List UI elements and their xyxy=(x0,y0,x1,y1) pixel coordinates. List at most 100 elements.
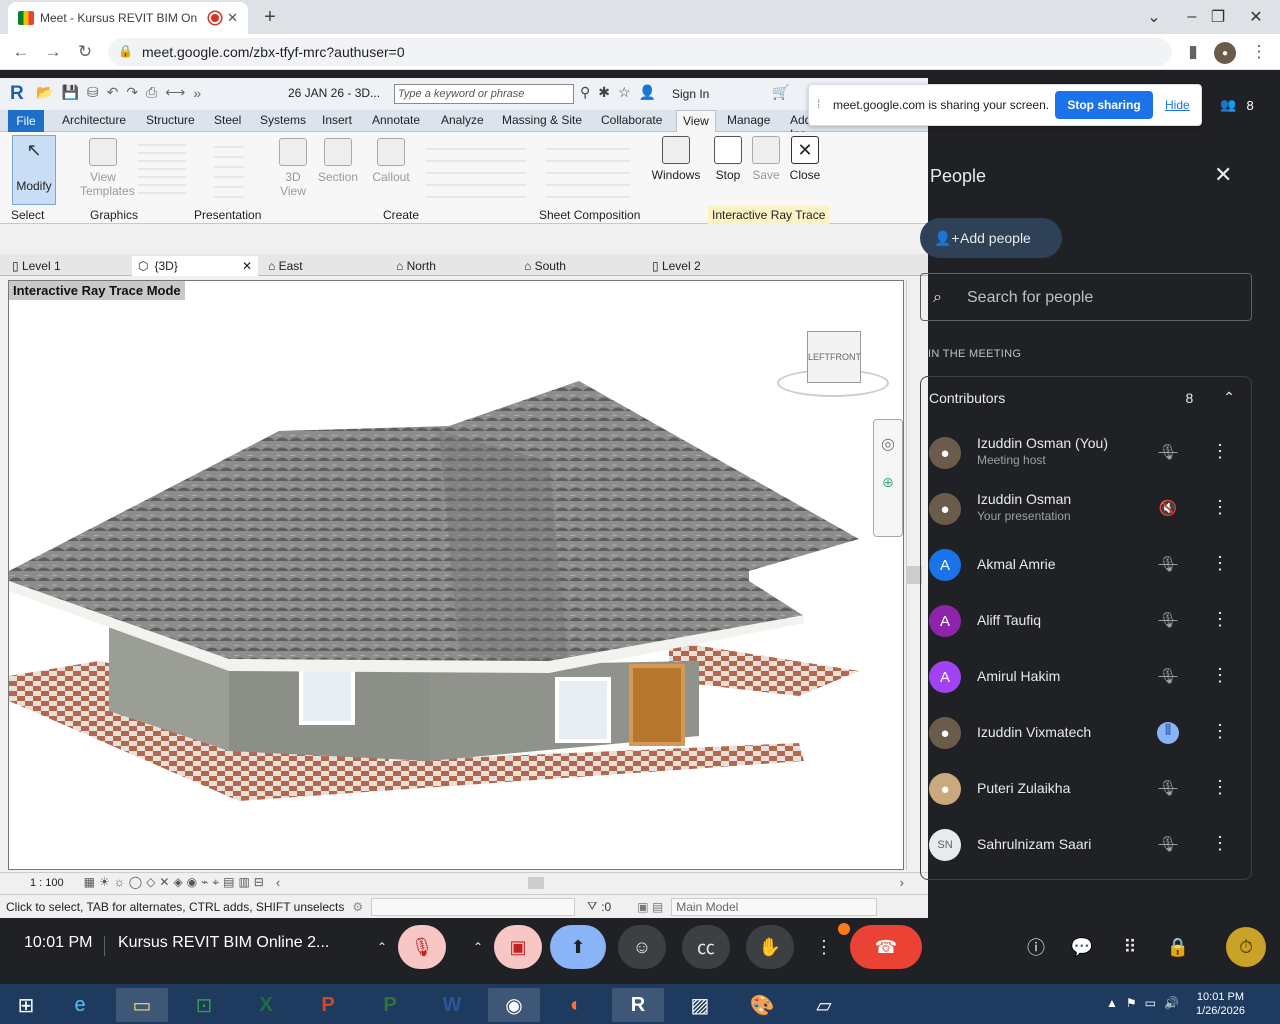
search-people-input[interactable]: ⌕ Search for people xyxy=(920,273,1252,321)
navigation-bar[interactable]: ◎ ⊕ xyxy=(873,419,903,537)
menu-dots-icon[interactable]: ⋮ xyxy=(1246,40,1272,64)
paint-icon[interactable]: 🎨 xyxy=(736,988,788,1022)
start-button[interactable]: ⊞ xyxy=(0,988,52,1022)
sync-icon[interactable]: ⛁ xyxy=(87,84,99,101)
view-tab-north[interactable]: ⌂ North xyxy=(396,259,436,273)
window-close-button[interactable]: ✕ xyxy=(1236,4,1276,30)
view-tab-level2[interactable]: ▯ Level 2 xyxy=(652,259,701,273)
ribbon-tab-architecture[interactable]: Architecture xyxy=(62,113,126,127)
keyword-search-input[interactable]: Type a keyword or phrase xyxy=(394,84,574,104)
design-options-icon[interactable]: ▣ ▤ xyxy=(637,900,663,914)
view-tab-east[interactable]: ⌂ East xyxy=(268,259,303,273)
participant-more-icon[interactable]: ⋮ xyxy=(1211,497,1229,518)
activities-icon[interactable]: ⠿ xyxy=(1106,925,1154,969)
camera-off-button[interactable]: ▣ xyxy=(494,925,542,969)
view-tab-close-icon[interactable]: ✕ xyxy=(242,259,252,273)
excel-project-icon[interactable]: ⊡ xyxy=(178,988,230,1022)
captions-button[interactable]: ㏄ xyxy=(682,925,730,969)
participant-more-icon[interactable]: ⋮ xyxy=(1211,553,1229,574)
undo-icon[interactable]: ↶ xyxy=(107,84,119,101)
participant-more-icon[interactable]: ⋮ xyxy=(1211,833,1229,854)
mic-off-button[interactable]: 🎙 xyxy=(398,925,446,969)
workset-dropdown[interactable] xyxy=(371,897,576,916)
notepad-icon[interactable]: ▱ xyxy=(798,988,850,1022)
video-options-icon[interactable]: ⌃ xyxy=(464,925,492,969)
chrome-icon[interactable]: ◉ xyxy=(488,988,540,1022)
close-render-button[interactable]: ✕ Close xyxy=(786,136,824,182)
steering-wheel-icon[interactable]: ◎ xyxy=(874,434,902,454)
participant-more-icon[interactable]: ⋮ xyxy=(1211,721,1229,742)
zoom-icon[interactable]: ⊕ xyxy=(874,474,902,491)
sign-in-link[interactable]: Sign In xyxy=(672,87,709,101)
cart-icon[interactable]: 🛒 xyxy=(772,84,789,101)
url-field[interactable]: meet.google.com/zbx-tfyf-mrc?authuser=0 xyxy=(108,38,1172,66)
ribbon-tab-analyze[interactable]: Analyze xyxy=(441,113,484,127)
modify-button[interactable]: ↖ Modify xyxy=(12,135,56,205)
horizontal-scrollbar[interactable] xyxy=(288,876,891,889)
participant-row[interactable]: SN Sahrulnizam Saari 🎙 ⋮ xyxy=(921,817,1253,873)
participant-row[interactable]: ● Izuddin Osman Your presentation 🔇 ⋮ xyxy=(921,481,1253,537)
project-icon[interactable]: P xyxy=(364,988,416,1022)
ribbon-tab-view[interactable]: View xyxy=(676,110,716,133)
ribbon-tab-systems[interactable]: Systems xyxy=(260,113,306,127)
maximize-button[interactable]: ❐ xyxy=(1198,4,1238,30)
mic-muted-icon[interactable]: 🎙 xyxy=(1157,443,1179,461)
main-model-dropdown[interactable]: Main Model xyxy=(671,897,878,916)
ribbon-tab-annotate[interactable]: Annotate xyxy=(372,113,420,127)
internet-explorer-icon[interactable]: e xyxy=(54,988,106,1022)
participant-count[interactable]: 👥 8 xyxy=(1210,90,1264,120)
emoji-button[interactable]: ☺ xyxy=(618,925,666,969)
meeting-info-icon[interactable]: ⓘ xyxy=(1012,925,1060,969)
tray-icons[interactable]: ▲⚑▭🔊 xyxy=(1106,996,1187,1010)
binoculars-icon[interactable]: ⚲ xyxy=(580,84,590,101)
mic-muted-icon[interactable]: 🎙 xyxy=(1157,667,1179,685)
participant-row[interactable]: A Aliff Taufiq 🎙 ⋮ xyxy=(921,593,1253,649)
3d-view-button[interactable]: 3D View xyxy=(276,138,310,198)
participant-more-icon[interactable]: ⋮ xyxy=(1211,777,1229,798)
view-tab-level1[interactable]: ▯ Level 1 xyxy=(12,259,61,273)
hscroll-thumb[interactable] xyxy=(528,876,545,889)
drag-handle-icon[interactable]: ⁞ xyxy=(817,97,820,111)
speaker-muted-icon[interactable]: 🔇 xyxy=(1157,499,1179,517)
browser-tab[interactable]: Meet - Kursus REVIT BIM On ✕ xyxy=(8,2,248,34)
windows-button[interactable]: Windows xyxy=(648,136,704,182)
participant-row[interactable]: ● Izuddin Vixmatech ⦀ ⋮ xyxy=(921,705,1253,761)
save-icon[interactable]: 💾 xyxy=(61,84,78,101)
participant-more-icon[interactable]: ⋮ xyxy=(1211,609,1229,630)
ribbon-tab-manage[interactable]: Manage xyxy=(727,113,770,127)
ribbon-tab-steel[interactable]: Steel xyxy=(214,113,241,127)
revit-taskbar-icon[interactable]: R xyxy=(612,988,664,1022)
subscription-icon[interactable]: ✱ xyxy=(598,84,610,101)
back-icon[interactable]: ← xyxy=(8,40,34,64)
viewcube[interactable]: LEFT FRONT xyxy=(777,331,891,399)
section-button[interactable]: Section xyxy=(316,138,360,184)
user-icon[interactable]: 👤 xyxy=(639,84,656,101)
ribbon-tab-file[interactable]: File xyxy=(8,110,44,132)
close-panel-icon[interactable]: ✕ xyxy=(1214,162,1232,188)
mic-muted-icon[interactable]: 🎙 xyxy=(1157,611,1179,629)
view-tab-3d[interactable]: ⬡ {3D} ✕ xyxy=(132,256,258,276)
more-icon[interactable]: » xyxy=(193,85,201,101)
photos-icon[interactable]: ▨ xyxy=(674,988,726,1022)
mic-muted-icon[interactable]: 🎙 xyxy=(1157,835,1179,853)
side-panel-icon[interactable]: ▮ xyxy=(1180,40,1206,64)
timer-icon[interactable]: ⏱ xyxy=(1226,927,1266,967)
tab-search-icon[interactable]: ⌄ xyxy=(1134,4,1174,30)
chat-icon[interactable]: 💬 xyxy=(1058,925,1106,969)
view-control-icons[interactable]: ▦☀☼◯◇✕◈◉⌁⌖▤▥⊟ xyxy=(84,875,268,890)
leave-call-button[interactable]: ☎ xyxy=(850,925,922,969)
view-templates-button[interactable]: View Templates xyxy=(80,138,135,198)
host-controls-icon[interactable]: 🔒 xyxy=(1154,925,1202,969)
ribbon-tab-massing[interactable]: Massing & Site xyxy=(502,113,582,127)
revit-logo[interactable]: R xyxy=(10,83,24,105)
scale-label[interactable]: 1 : 100 xyxy=(30,877,64,889)
forward-icon[interactable]: → xyxy=(40,40,66,64)
contributors-header[interactable]: Contributors 8 ⌃ xyxy=(929,389,1245,406)
participant-row[interactable]: ● Puteri Zulaikha 🎙 ⋮ xyxy=(921,761,1253,817)
print-icon[interactable]: ⎙ xyxy=(146,84,157,101)
speaking-indicator-icon[interactable]: ⦀ xyxy=(1157,722,1179,744)
taskbar-clock[interactable]: 10:01 PM 1/26/2026 xyxy=(1196,990,1245,1018)
word-icon[interactable]: W xyxy=(426,988,478,1022)
measure-icon[interactable]: ⟷ xyxy=(165,84,185,101)
reload-icon[interactable]: ↻ xyxy=(72,40,98,64)
